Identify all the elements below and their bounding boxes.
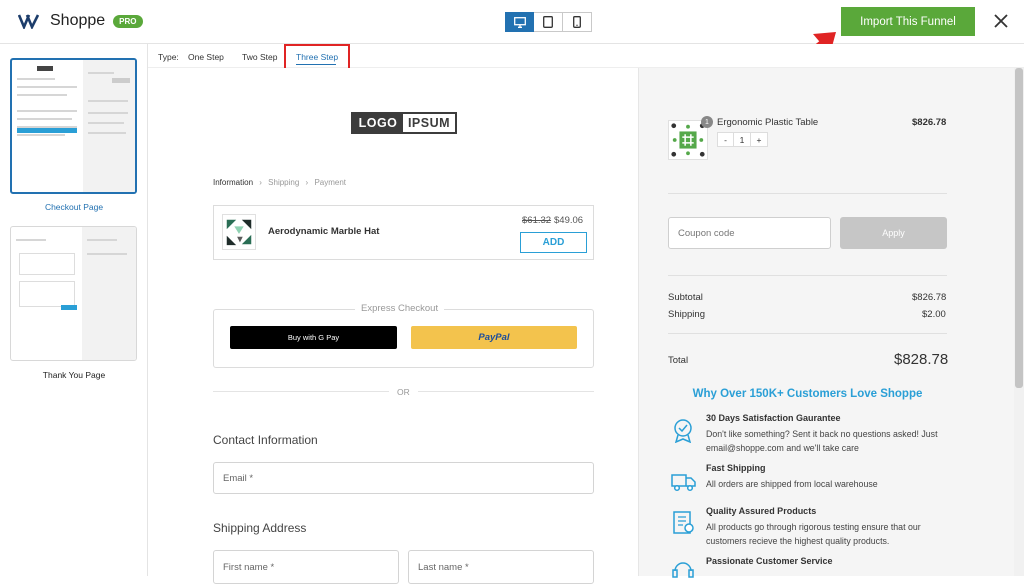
scrollbar-thumb[interactable] xyxy=(1015,68,1023,388)
quantity-increase-button[interactable]: + xyxy=(751,132,768,147)
store-logo: LOGO IPSUM xyxy=(351,112,457,134)
preview-scrollbar[interactable] xyxy=(1014,68,1024,576)
subtotal-value: $826.78 xyxy=(912,292,947,303)
add-upsell-button[interactable]: ADD xyxy=(520,232,587,253)
product-thumbnail xyxy=(222,214,256,250)
upsell-old-price: $61.32 xyxy=(522,215,552,226)
breadcrumb-separator-icon: › xyxy=(259,178,262,187)
shipping-address-title: Shipping Address xyxy=(213,521,307,535)
tablet-icon xyxy=(543,16,553,28)
checkout-page-label[interactable]: Checkout Page xyxy=(0,202,148,212)
trust-heading: Why Over 150K+ Customers Love Shoppe xyxy=(692,388,923,400)
desktop-icon xyxy=(513,16,526,28)
mobile-icon xyxy=(573,16,581,28)
summary-divider xyxy=(668,333,947,334)
breadcrumb-separator-icon: › xyxy=(305,178,309,187)
summary-product-price: $826.78 xyxy=(912,117,947,128)
contact-information-title: Contact Information xyxy=(213,433,318,447)
quantity-value[interactable]: 1 xyxy=(734,132,751,147)
total-label: Total xyxy=(668,355,689,366)
logo-left-text: LOGO xyxy=(353,114,403,132)
subtotal-label: Subtotal xyxy=(668,292,703,303)
feature-description: Don't like something? Sent it back no qu… xyxy=(706,429,938,453)
type-label: Type: xyxy=(158,52,179,62)
summary-product-name: Ergonomic Plastic Table xyxy=(717,117,819,128)
breadcrumb-payment[interactable]: Payment xyxy=(314,178,346,187)
upsell-product-card: Aerodynamic Marble Hat $61.32 $49.06 ADD xyxy=(213,205,594,260)
upsell-product-name: Aerodynamic Marble Hat xyxy=(268,226,380,237)
summary-divider xyxy=(668,275,947,276)
express-checkout-label: Express Checkout xyxy=(355,303,445,314)
logo-right-text: IPSUM xyxy=(407,116,451,130)
app-logo: Shoppe PRO xyxy=(18,12,143,30)
desktop-view-button[interactable] xyxy=(505,12,534,32)
top-bar: Shoppe PRO Import This Funnel xyxy=(0,0,1024,44)
quality-clipboard-icon xyxy=(673,511,694,534)
tab-two-step[interactable]: Two Step xyxy=(242,52,277,62)
tab-one-step[interactable]: One Step xyxy=(188,52,224,62)
quantity-decrease-button[interactable]: - xyxy=(717,132,734,147)
breadcrumb-shipping[interactable]: Shipping xyxy=(268,178,299,187)
pro-badge: PRO xyxy=(113,14,143,28)
last-name-field[interactable]: Last name * xyxy=(408,550,594,584)
thank-you-page-thumbnail[interactable] xyxy=(10,226,137,361)
mobile-view-button[interactable] xyxy=(563,12,592,32)
feature-description: All orders are shipped from local wareho… xyxy=(706,479,878,489)
feature-title: 30 Days Satisfaction Gaurantee xyxy=(706,413,841,423)
breadcrumb: Information › Shipping › Payment xyxy=(213,178,346,187)
or-divider-left xyxy=(213,391,389,392)
or-divider-text: OR xyxy=(397,387,410,397)
shipping-label: Shipping xyxy=(668,309,705,320)
feature-title: Fast Shipping xyxy=(706,463,766,473)
thank-you-page-label[interactable]: Thank You Page xyxy=(0,370,148,380)
google-pay-button[interactable]: Buy with G Pay xyxy=(230,326,397,349)
paypal-button[interactable]: PayPal xyxy=(411,326,577,349)
device-switcher xyxy=(505,12,592,32)
step-type-bar: Type: One Step Two Step Three Step xyxy=(148,44,1024,68)
quantity-badge: 1 xyxy=(701,116,713,128)
apply-coupon-button[interactable]: Apply xyxy=(840,217,947,249)
delivery-truck-icon xyxy=(671,474,696,492)
shipping-value: $2.00 xyxy=(922,309,946,320)
upsell-new-price: $49.06 xyxy=(554,215,584,226)
checkout-page-thumbnail[interactable] xyxy=(10,58,137,194)
summary-divider xyxy=(668,193,947,194)
coupon-code-input[interactable]: Coupon code xyxy=(668,217,831,249)
customer-service-headset-icon xyxy=(672,562,694,578)
tablet-view-button[interactable] xyxy=(534,12,563,32)
close-icon[interactable] xyxy=(992,12,1010,30)
import-funnel-button[interactable]: Import This Funnel xyxy=(841,7,975,36)
breadcrumb-information[interactable]: Information xyxy=(213,178,253,187)
app-name: Shoppe xyxy=(50,12,106,29)
email-field[interactable]: Email * xyxy=(213,462,594,494)
first-name-field[interactable]: First name * xyxy=(213,550,399,584)
feature-description: All products go through rigorous testing… xyxy=(706,522,921,546)
satisfaction-badge-icon xyxy=(674,419,692,443)
total-value: $828.78 xyxy=(894,351,949,368)
shoppe-logo-icon xyxy=(18,14,40,29)
quantity-stepper: - 1 + xyxy=(717,132,768,147)
or-divider-right xyxy=(418,391,594,392)
feature-title: Passionate Customer Service xyxy=(706,556,833,566)
feature-title: Quality Assured Products xyxy=(706,506,817,516)
